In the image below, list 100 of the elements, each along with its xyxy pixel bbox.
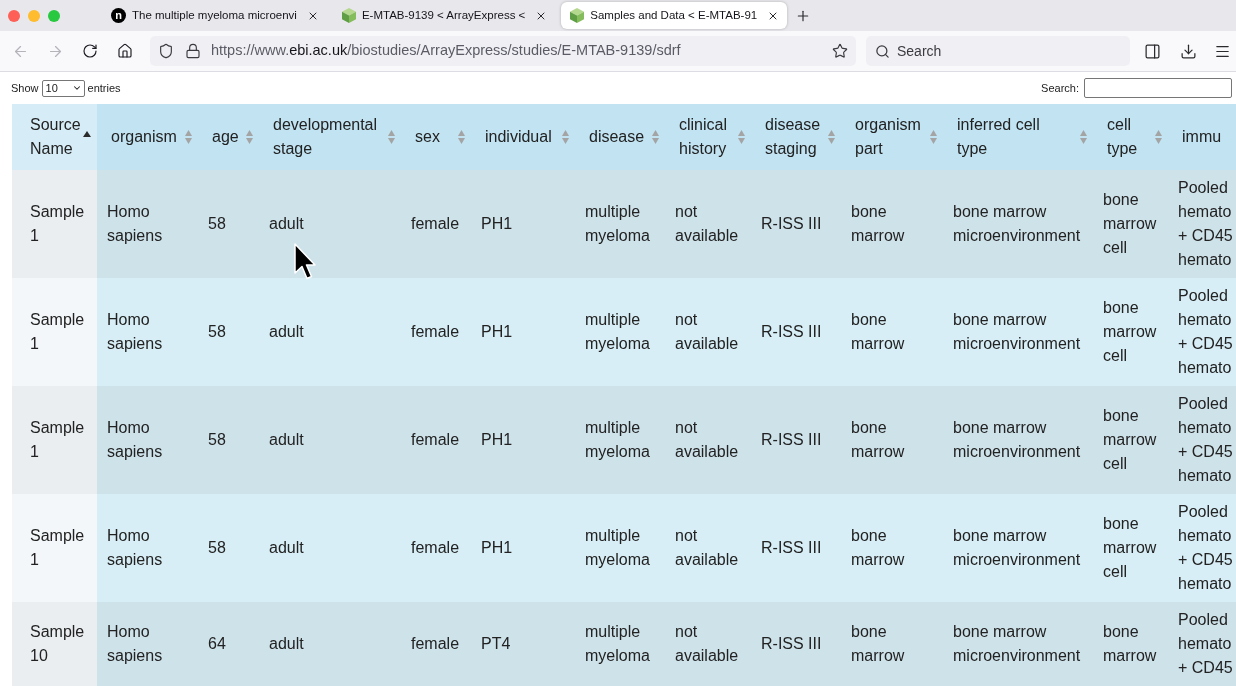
close-window-icon[interactable] [8, 9, 20, 22]
table-cell: Sample 10 [12, 602, 97, 686]
table-cell: bone marrow [841, 278, 943, 386]
sort-icon[interactable] [388, 130, 395, 144]
table-cell: female [401, 170, 471, 278]
minimize-window-icon[interactable] [28, 9, 40, 22]
table-cell: adult [259, 602, 401, 686]
table-cell: female [401, 602, 471, 686]
table-cell: not available [665, 278, 751, 386]
sort-icon[interactable] [246, 130, 253, 144]
table-cell: bone marrow [841, 494, 943, 602]
column-header[interactable]: organism part [841, 104, 943, 170]
table-cell: not available [665, 386, 751, 494]
table-cell: bone marrow cell [1093, 386, 1168, 494]
table-cell: bone marrow cell [1093, 170, 1168, 278]
table-cell: 58 [198, 386, 259, 494]
table-cell: bone marrow [841, 602, 943, 686]
browser-search-field[interactable]: Search [866, 36, 1130, 66]
table-cell: PT4 [471, 602, 575, 686]
table-cell: adult [259, 278, 401, 386]
download-icon[interactable] [1179, 42, 1197, 60]
table-cell: multiple myeloma [575, 602, 665, 686]
column-header[interactable]: individual [471, 104, 575, 170]
table-cell: multiple myeloma [575, 386, 665, 494]
table-cell: bone marrow microenvironment [943, 386, 1093, 494]
chevron-down-icon[interactable] [71, 83, 82, 93]
column-header[interactable]: Source Name [12, 104, 97, 170]
sort-icon[interactable] [1080, 130, 1087, 144]
table-cell: Sample 1 [12, 278, 97, 386]
cube-icon [341, 8, 356, 23]
table-cell: PH1 [471, 170, 575, 278]
sort-icon[interactable] [185, 130, 192, 144]
sort-icon[interactable] [738, 130, 745, 144]
column-header[interactable]: immu [1168, 104, 1236, 170]
column-header[interactable]: organism [97, 104, 198, 170]
table-cell: Sample 1 [12, 170, 97, 278]
table-cell: bone marrow microenvironment [943, 602, 1093, 686]
table-cell: female [401, 494, 471, 602]
table-cell: 58 [198, 494, 259, 602]
search-icon [875, 43, 890, 59]
mouse-pointer-icon [294, 243, 316, 280]
sort-ascending-icon[interactable] [83, 131, 91, 137]
table-cell: bone marrow microenvironment [943, 170, 1093, 278]
column-header[interactable]: age [198, 104, 259, 170]
column-header[interactable]: cell type [1093, 104, 1168, 170]
lock-icon[interactable] [185, 43, 201, 59]
sort-icon[interactable] [562, 130, 569, 144]
sort-icon[interactable] [652, 130, 659, 144]
table-cell: bone marrow [841, 386, 943, 494]
star-icon[interactable] [832, 43, 848, 59]
table-cell: bone marrow [841, 170, 943, 278]
column-header[interactable]: developmental stage [259, 104, 401, 170]
search-label: Search: [1041, 80, 1079, 96]
browser-tab[interactable]: Samples and Data < E-MTAB-91 [561, 2, 788, 29]
table-cell: Homo sapiens [97, 494, 198, 602]
table-cell: multiple myeloma [575, 494, 665, 602]
show-label: Show [11, 80, 39, 96]
home-icon[interactable] [117, 43, 133, 59]
entries-label: entries [87, 80, 121, 96]
browser-tab[interactable]: n The multiple myeloma microenvi [102, 2, 327, 29]
table-cell: R-ISS III [751, 170, 841, 278]
entries-select[interactable]: 10 [41, 79, 85, 97]
table-cell: adult [259, 494, 401, 602]
sidebar-icon[interactable] [1143, 42, 1161, 60]
column-header[interactable]: clinical history [665, 104, 751, 170]
column-header[interactable]: disease [575, 104, 665, 170]
table-cell: PH1 [471, 278, 575, 386]
table-cell: adult [259, 386, 401, 494]
address-bar[interactable]: https://www.ebi.ac.uk/biostudies/ArrayExpress/studies/E-MTAB-9139/sdrf [150, 36, 856, 66]
table-cell: multiple myeloma [575, 278, 665, 386]
table-cell: female [401, 386, 471, 494]
table-cell: bone marrow microenvironment [943, 278, 1093, 386]
table-cell: Pooled hemato + CD45 [1168, 602, 1236, 686]
column-header[interactable]: sex [401, 104, 471, 170]
column-header[interactable]: inferred cell type [943, 104, 1093, 170]
table-cell: bone marrow cell [1093, 278, 1168, 386]
table-cell: Pooled hemato + CD45 hemato [1168, 386, 1236, 494]
table-cell: R-ISS III [751, 602, 841, 686]
table-cell: not available [665, 170, 751, 278]
table-cell: bone marrow [1093, 602, 1168, 686]
shield-icon[interactable] [158, 43, 174, 59]
browser-tab[interactable]: E-MTAB-9139 < ArrayExpress < [332, 2, 556, 29]
table-cell: Homo sapiens [97, 602, 198, 686]
zoom-window-icon[interactable] [48, 9, 60, 22]
table-cell: 64 [198, 602, 259, 686]
table-cell: 58 [198, 170, 259, 278]
table-cell: R-ISS III [751, 386, 841, 494]
cube-icon [570, 8, 585, 23]
sort-icon[interactable] [828, 130, 835, 144]
table-cell: Homo sapiens [97, 386, 198, 494]
site-favicon: n [111, 8, 126, 23]
sort-icon[interactable] [1155, 130, 1162, 144]
search-field[interactable] [1084, 78, 1232, 98]
sort-icon[interactable] [930, 130, 937, 144]
table-cell: adult [259, 170, 401, 278]
column-header[interactable]: disease staging [751, 104, 841, 170]
table-cell: PH1 [471, 386, 575, 494]
reload-icon[interactable] [82, 43, 98, 59]
table-cell: bone marrow cell [1093, 494, 1168, 602]
sort-icon[interactable] [458, 130, 465, 144]
